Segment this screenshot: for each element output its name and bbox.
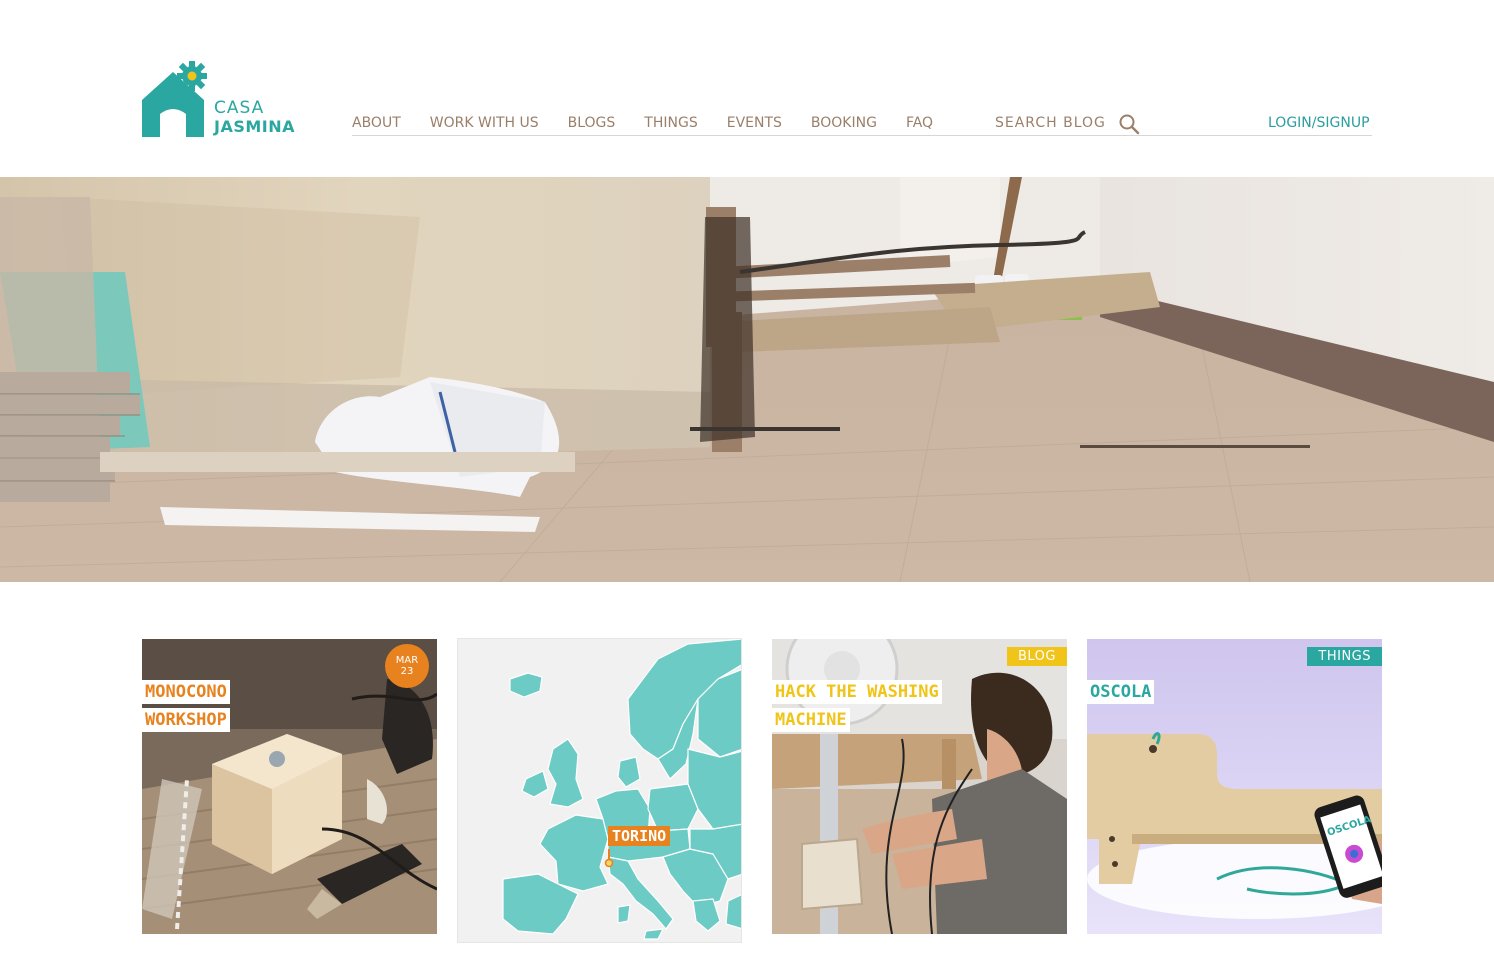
event-card-monocono[interactable]: MAR 23 MONOCONO WORKSHOP: [142, 639, 437, 934]
nav-blogs[interactable]: BLOGS: [568, 113, 616, 133]
map-location-label: TORINO: [608, 826, 671, 846]
nav-about[interactable]: ABOUT: [352, 113, 401, 133]
card-title: MONOCONO WORKSHOP: [142, 680, 402, 736]
magnifier-icon[interactable]: [1118, 113, 1140, 135]
card-title: OSCOLA: [1087, 680, 1347, 708]
house-gear-logo-icon: [142, 61, 207, 137]
category-tag-blog[interactable]: BLOG: [1006, 647, 1067, 666]
card-title: HACK THE WASHING MACHINE: [772, 680, 1032, 736]
nav-divider: [352, 135, 1372, 136]
nav-work-with-us[interactable]: WORK WITH US: [430, 113, 539, 133]
event-date-month: MAR: [395, 655, 419, 666]
map-pin-icon: [604, 858, 614, 868]
location-map-card[interactable]: TORINO: [457, 638, 742, 943]
card-title-line[interactable]: HACK THE WASHING: [772, 680, 942, 704]
hero-image: [0, 177, 1494, 582]
home-logo-link[interactable]: CASA JASMINA: [142, 58, 312, 140]
card-title-line[interactable]: WORKSHOP: [142, 708, 230, 732]
hero-room-photo: [0, 177, 1494, 582]
main-navigation: ABOUT WORK WITH US BLOGS THINGS EVENTS B…: [352, 113, 962, 133]
event-date-day: 23: [400, 666, 414, 677]
nav-things[interactable]: THINGS: [644, 113, 697, 133]
search-input[interactable]: [995, 112, 1111, 134]
card-title-line[interactable]: MACHINE: [772, 708, 850, 732]
logo-text-jasmina: JASMINA: [214, 117, 296, 136]
things-card-oscola[interactable]: OSCOLA THINGS OSCOLA: [1087, 639, 1382, 934]
europe-map: [502, 639, 741, 940]
nav-booking[interactable]: BOOKING: [811, 113, 877, 133]
search-blog: [995, 112, 1145, 135]
card-title-line[interactable]: MONOCONO: [142, 680, 230, 704]
card-title-line[interactable]: OSCOLA: [1087, 680, 1155, 704]
nav-events[interactable]: EVENTS: [727, 113, 782, 133]
logo-text-casa: CASA: [214, 98, 265, 118]
nav-faq[interactable]: FAQ: [906, 113, 933, 133]
category-tag-things[interactable]: THINGS: [1307, 647, 1382, 666]
login-signup-link[interactable]: LOGIN/SIGNUP: [1268, 113, 1370, 133]
blog-card-washing-machine[interactable]: BLOG HACK THE WASHING MACHINE: [772, 639, 1067, 934]
